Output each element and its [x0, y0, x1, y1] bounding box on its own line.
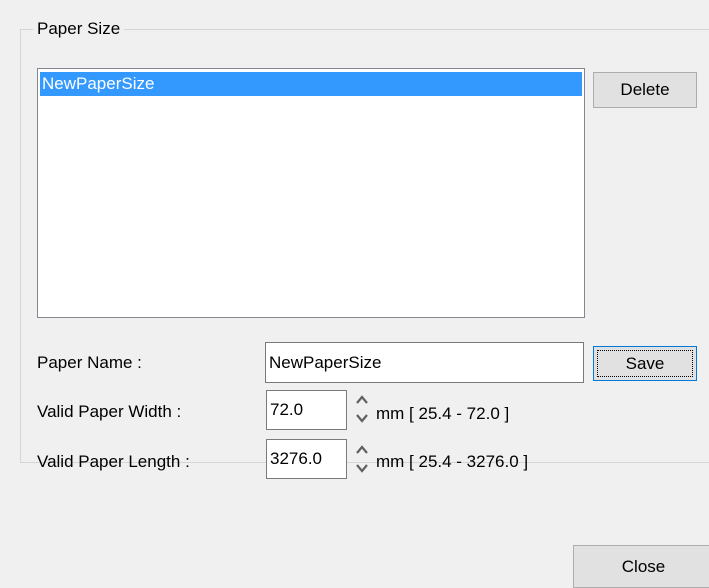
paper-length-label: Valid Paper Length : — [37, 452, 190, 471]
chevron-up-icon[interactable] — [354, 392, 370, 408]
close-button[interactable]: Close — [573, 545, 709, 588]
paper-width-label: Valid Paper Width : — [37, 402, 182, 421]
paper-width-range: mm [ 25.4 - 72.0 ] — [376, 404, 510, 423]
paper-length-range: mm [ 25.4 - 3276.0 ] — [376, 452, 529, 471]
paper-size-list[interactable]: NewPaperSize — [37, 68, 585, 318]
delete-button[interactable]: Delete — [593, 72, 697, 108]
list-item[interactable]: NewPaperSize — [40, 72, 582, 96]
save-button[interactable]: Save — [593, 346, 697, 381]
paper-name-input[interactable] — [265, 342, 584, 383]
paper-size-group-title: Paper Size — [33, 19, 125, 39]
chevron-down-icon[interactable] — [354, 460, 370, 476]
save-button-label: Save — [625, 353, 665, 373]
paper-width-input[interactable] — [266, 390, 347, 430]
paper-length-spinner[interactable] — [354, 442, 370, 476]
paper-width-spinner[interactable] — [354, 392, 370, 426]
paper-length-input[interactable] — [266, 439, 347, 479]
chevron-up-icon[interactable] — [354, 442, 370, 458]
chevron-down-icon[interactable] — [354, 410, 370, 426]
paper-name-label: Paper Name : — [37, 353, 142, 372]
